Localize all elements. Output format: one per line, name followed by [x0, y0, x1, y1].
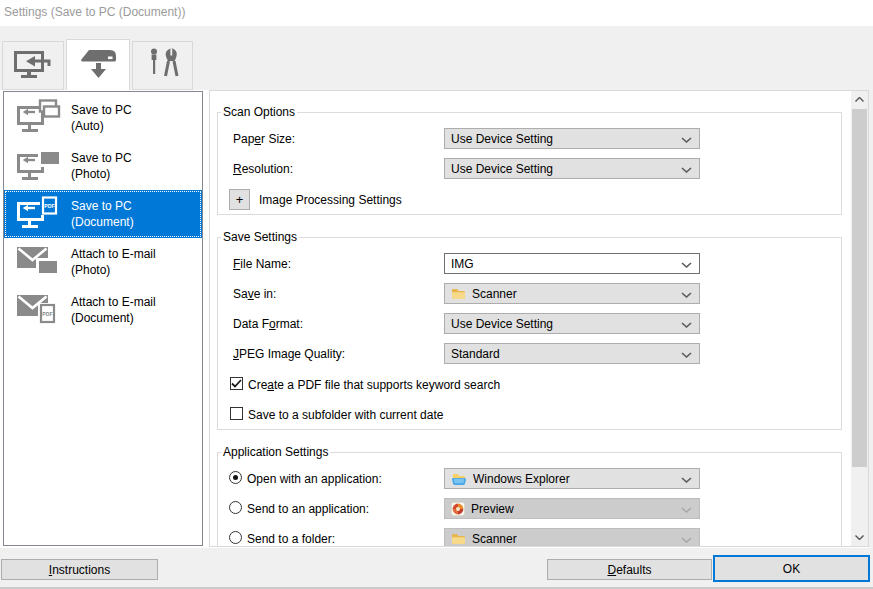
data-format-value: Use Device Setting [451, 317, 553, 331]
chevron-down-icon [681, 477, 692, 483]
tab-scan-from-device[interactable] [66, 39, 130, 90]
pdf-keyword-checkbox[interactable] [230, 377, 243, 390]
sidebar-item-sublabel: (Document) [71, 214, 134, 230]
sidebar-item-sublabel: (Document) [71, 310, 156, 326]
chevron-down-icon [681, 537, 692, 543]
image-processing-expand-button[interactable]: + [229, 189, 250, 210]
settings-dialog: Settings (Save to PC (Document)) [0, 0, 873, 589]
chevron-down-icon [681, 137, 692, 143]
scanner-download-icon [77, 47, 119, 84]
image-processing-label: Image Processing Settings [259, 193, 402, 207]
monitor-arrow-icon [12, 47, 54, 84]
sidebar-item-label: Attach to E-mail [71, 246, 156, 262]
chevron-down-icon [681, 167, 692, 173]
svg-text:PDF: PDF [44, 203, 54, 209]
resolution-select[interactable]: Use Device Setting [444, 158, 700, 179]
data-format-label: Data Format: [233, 317, 303, 331]
tab-scan-from-pc[interactable] [2, 41, 64, 90]
main-area: Save to PC (Auto) [0, 90, 873, 548]
sidebar-item-save-pc-auto[interactable]: Save to PC (Auto) [4, 94, 202, 142]
title-bar: Settings (Save to PC (Document)) [0, 0, 873, 26]
sidebar-item-sublabel: (Photo) [71, 262, 156, 278]
data-format-select[interactable]: Use Device Setting [444, 313, 700, 334]
paper-size-select[interactable]: Use Device Setting [444, 128, 700, 149]
chevron-down-icon [855, 535, 864, 540]
chevron-up-icon [855, 97, 864, 102]
chevron-down-icon [681, 292, 692, 298]
defaults-button[interactable]: Defaults [547, 559, 712, 580]
save-to-pc-photo-icon [15, 146, 61, 186]
sidebar-item-sublabel: (Auto) [71, 118, 132, 134]
send-to-application-label: Send to an application: [247, 502, 369, 516]
resolution-value: Use Device Setting [451, 162, 553, 176]
save-in-label: Save in: [233, 287, 276, 301]
sidebar-item-label: Save to PC [71, 102, 132, 118]
open-with-application-radio[interactable] [229, 471, 242, 484]
tools-icon [144, 46, 182, 85]
scroll-down-button[interactable] [851, 529, 868, 546]
sidebar-item-label: Save to PC [71, 150, 132, 166]
chevron-down-icon [681, 507, 692, 513]
send-to-folder-radio[interactable] [229, 531, 242, 544]
tab-general-settings[interactable] [132, 41, 193, 90]
send-to-application-value: Preview [471, 502, 514, 516]
svg-text:PDF: PDF [42, 311, 52, 317]
tab-strip [0, 26, 873, 90]
send-to-folder-select: Scanner [444, 528, 700, 547]
sidebar-item-sublabel: (Photo) [71, 166, 132, 182]
pdf-keyword-label: Create a PDF file that supports keyword … [248, 378, 500, 392]
open-with-application-value: Windows Explorer [473, 472, 570, 486]
windows-explorer-icon [451, 472, 467, 486]
application-settings-title: Application Settings [221, 445, 330, 459]
scrollbar-thumb[interactable] [852, 109, 867, 467]
jpeg-quality-value: Standard [451, 347, 500, 361]
chevron-down-icon [681, 322, 692, 328]
save-in-select[interactable]: Scanner [444, 283, 700, 304]
right-margin [869, 90, 873, 548]
attach-email-document-icon: PDF [15, 290, 61, 330]
chevron-down-icon [681, 262, 692, 268]
paper-size-value: Use Device Setting [451, 132, 553, 146]
scroll-up-button[interactable] [851, 91, 868, 108]
send-to-folder-label: Send to a folder: [247, 532, 335, 546]
send-to-folder-value: Scanner [472, 532, 517, 546]
file-name-value: IMG [451, 257, 474, 271]
save-settings-title: Save Settings [221, 230, 299, 244]
scan-options-title: Scan Options [221, 105, 297, 119]
sidebar-list: Save to PC (Auto) [3, 91, 203, 546]
window-title: Settings (Save to PC (Document)) [4, 5, 185, 19]
subfolder-label: Save to a subfolder with current date [248, 408, 443, 422]
open-with-application-select[interactable]: Windows Explorer [444, 468, 700, 489]
preview-app-icon [451, 502, 465, 516]
file-name-label: File Name: [233, 257, 291, 271]
send-to-application-select: Preview [444, 498, 700, 519]
sidebar-item-attach-email-photo[interactable]: Attach to E-mail (Photo) [4, 238, 202, 286]
open-with-application-label: Open with an application: [247, 472, 382, 486]
vertical-scrollbar[interactable] [851, 91, 868, 546]
send-to-application-radio[interactable] [229, 501, 242, 514]
paper-size-label: Paper Size: [233, 132, 295, 146]
sidebar-item-label: Save to PC [71, 198, 134, 214]
jpeg-quality-label: JPEG Image Quality: [233, 347, 345, 361]
checkmark-icon [231, 379, 242, 388]
save-in-value: Scanner [472, 287, 517, 301]
sidebar-item-save-pc-document[interactable]: PDF Save to PC (Document) [4, 190, 202, 238]
resolution-label: Resolution: [233, 162, 293, 176]
folder-icon [451, 288, 466, 300]
settings-pane: Scan Options Paper Size: Use Device Sett… [209, 90, 869, 547]
sidebar-item-save-pc-photo[interactable]: Save to PC (Photo) [4, 142, 202, 190]
attach-email-photo-icon [15, 242, 61, 282]
file-name-input[interactable]: IMG [444, 253, 700, 274]
sidebar-item-label: Attach to E-mail [71, 294, 156, 310]
footer-bar: Instructions Defaults OK [0, 548, 873, 589]
subfolder-checkbox[interactable] [230, 407, 243, 420]
chevron-down-icon [681, 352, 692, 358]
save-to-pc-auto-icon [15, 98, 61, 138]
sidebar-item-attach-email-document[interactable]: PDF Attach to E-mail (Document) [4, 286, 202, 334]
folder-icon [451, 533, 466, 545]
ok-button[interactable]: OK [713, 555, 870, 582]
save-to-pc-document-icon: PDF [15, 194, 61, 234]
jpeg-quality-select[interactable]: Standard [444, 343, 700, 364]
instructions-button[interactable]: Instructions [1, 559, 158, 580]
